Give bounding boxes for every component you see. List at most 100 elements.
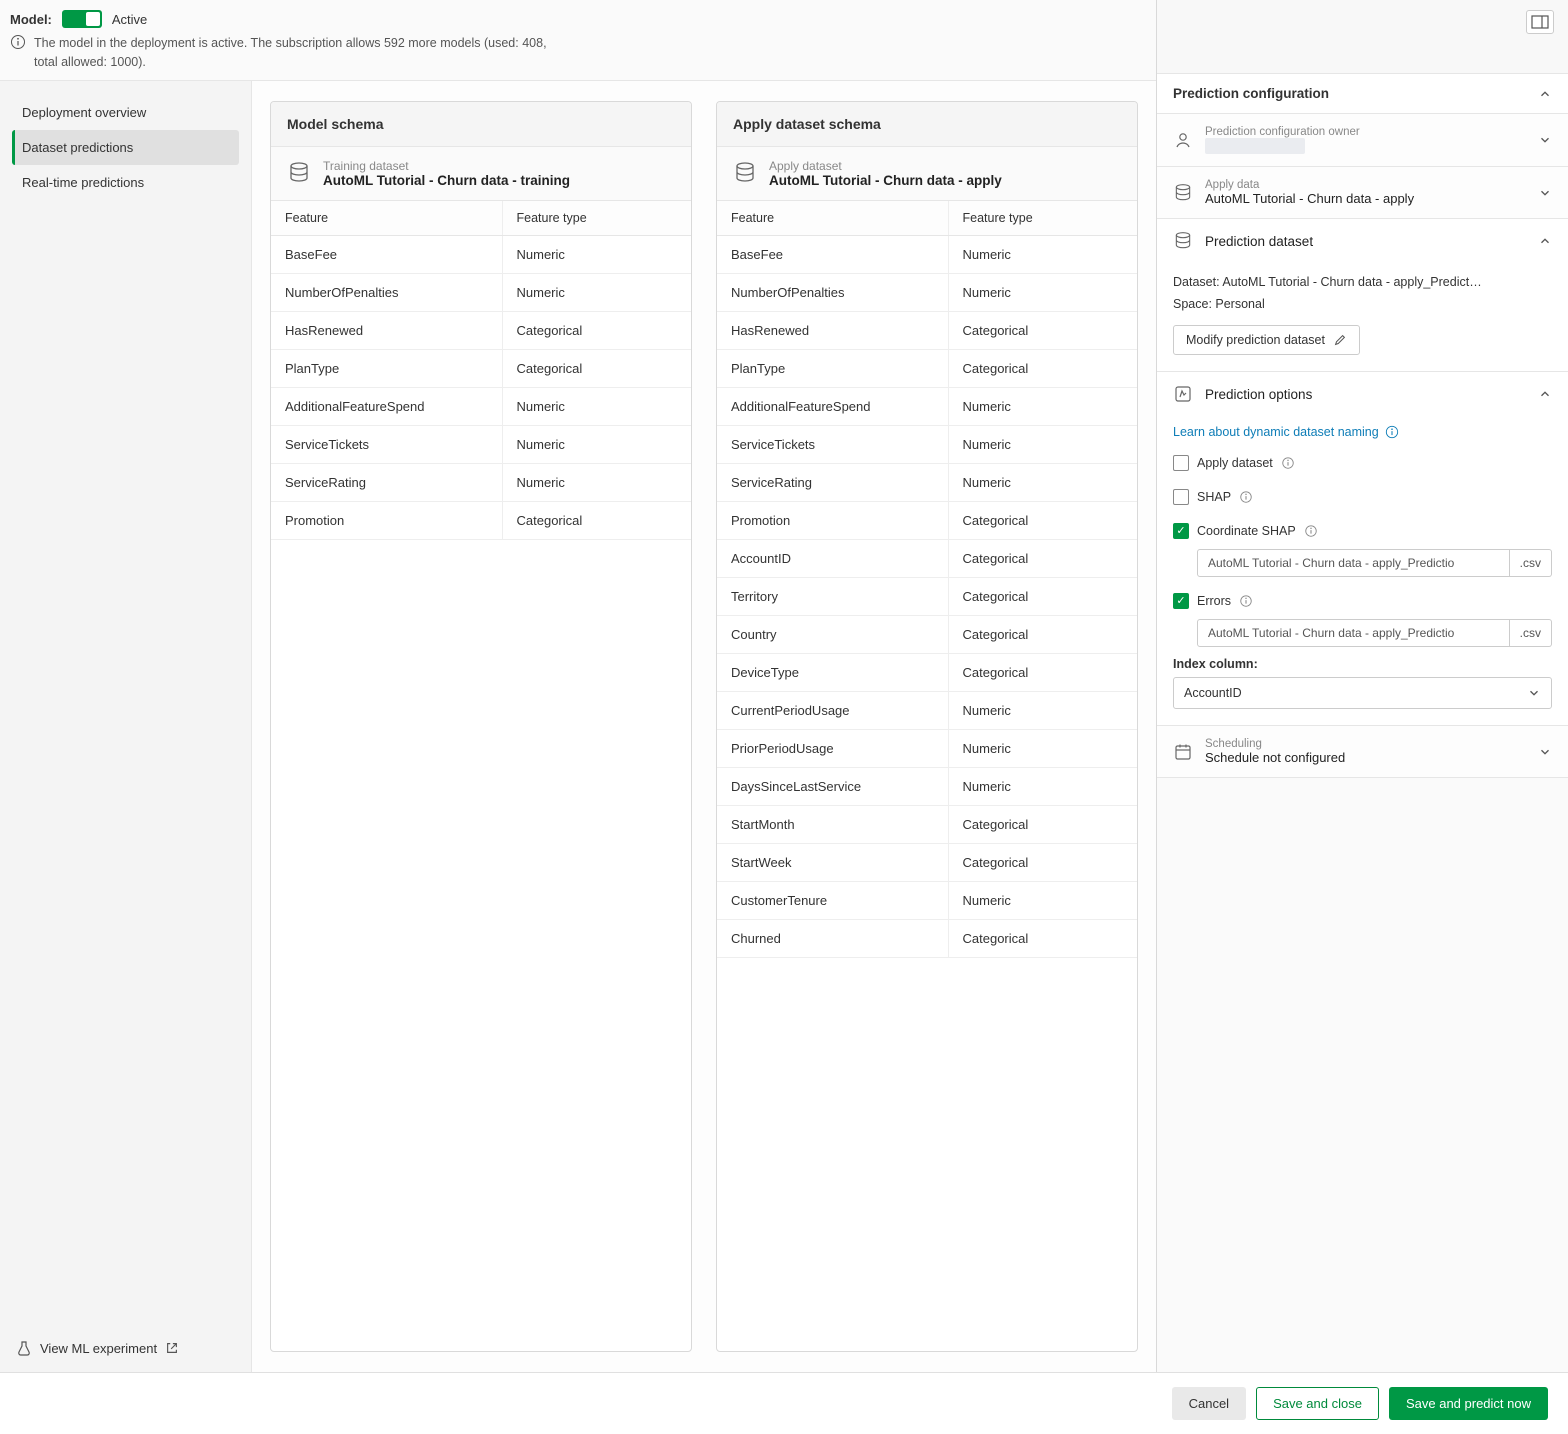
edit-icon [1333,333,1347,347]
active-text: Active [112,12,147,27]
config-panel: Prediction configuration Prediction conf… [1156,0,1568,1372]
table-row: CurrentPeriodUsageNumeric [717,691,1137,729]
apply-dataset-cb-label: Apply dataset [1197,456,1273,470]
panel-layout-icon[interactable] [1526,10,1554,34]
errors-checkbox[interactable] [1173,593,1189,609]
prediction-dataset-accordion[interactable]: Prediction dataset [1157,219,1568,263]
training-dataset-label: Training dataset [323,159,570,173]
table-row: ServiceRatingNumeric [271,463,691,501]
info-icon [1239,594,1253,608]
errors-filename-input[interactable] [1197,619,1510,647]
type-cell: Categorical [502,311,691,349]
info-icon [10,34,26,50]
config-title-row[interactable]: Prediction configuration [1157,74,1568,114]
type-cell: Categorical [502,501,691,539]
col-type: Feature type [948,201,1137,236]
prediction-options-accordion[interactable]: Prediction options [1157,372,1568,416]
nav-realtime-predictions[interactable]: Real-time predictions [12,165,239,200]
nav-deployment-overview[interactable]: Deployment overview [12,95,239,130]
scheduling-value: Schedule not configured [1205,750,1526,765]
owner-accordion[interactable]: Prediction configuration owner [1157,114,1568,166]
type-cell: Categorical [948,577,1137,615]
view-experiment-label: View ML experiment [40,1341,157,1356]
nav-dataset-predictions[interactable]: Dataset predictions [12,130,239,165]
col-feature: Feature [271,201,502,236]
feature-cell: ServiceRating [717,463,948,501]
index-column-label: Index column: [1173,657,1552,671]
coord-shap-checkbox[interactable] [1173,523,1189,539]
type-cell: Numeric [948,273,1137,311]
shap-checkbox[interactable] [1173,489,1189,505]
cancel-button[interactable]: Cancel [1172,1387,1246,1420]
col-feature: Feature [717,201,948,236]
feature-cell: Country [717,615,948,653]
feature-cell: PlanType [271,349,502,387]
model-schema-title: Model schema [271,102,691,147]
apply-data-value: AutoML Tutorial - Churn data - apply [1205,191,1526,206]
apply-dataset-label: Apply dataset [769,159,1002,173]
prediction-options-title: Prediction options [1205,387,1526,402]
external-link-icon [165,1341,179,1355]
modify-dataset-label: Modify prediction dataset [1186,333,1325,347]
feature-cell: Churned [717,919,948,957]
save-predict-button[interactable]: Save and predict now [1389,1387,1548,1420]
owner-value-redacted [1205,138,1305,154]
feature-cell: PriorPeriodUsage [717,729,948,767]
feature-cell: AccountID [717,539,948,577]
table-row: ChurnedCategorical [717,919,1137,957]
view-ml-experiment-link[interactable]: View ML experiment [0,1324,251,1372]
table-row: StartMonthCategorical [717,805,1137,843]
chevron-down-icon [1538,745,1552,759]
modify-dataset-button[interactable]: Modify prediction dataset [1173,325,1360,355]
file-ext-label: .csv [1510,549,1552,577]
type-cell: Numeric [948,767,1137,805]
table-row: PlanTypeCategorical [271,349,691,387]
table-row: PlanTypeCategorical [717,349,1137,387]
feature-cell: Territory [717,577,948,615]
prediction-dataset-title: Prediction dataset [1205,234,1526,249]
info-icon [1385,425,1399,439]
model-feature-table: Feature Feature type BaseFeeNumericNumbe… [271,201,691,540]
coord-shap-filename-input[interactable] [1197,549,1510,577]
file-ext-label: .csv [1510,619,1552,647]
learn-dynamic-naming-link[interactable]: Learn about dynamic dataset naming [1173,425,1399,439]
index-column-value: AccountID [1184,686,1242,700]
config-title: Prediction configuration [1173,86,1329,101]
table-row: ServiceTicketsNumeric [271,425,691,463]
save-close-button[interactable]: Save and close [1256,1387,1379,1420]
type-cell: Categorical [948,615,1137,653]
shap-cb-label: SHAP [1197,490,1231,504]
table-row: BaseFeeNumeric [717,235,1137,273]
chevron-down-icon [1527,686,1541,700]
type-cell: Numeric [502,235,691,273]
apply-data-accordion[interactable]: Apply data AutoML Tutorial - Churn data … [1157,167,1568,218]
feature-cell: PlanType [717,349,948,387]
coord-shap-cb-label: Coordinate SHAP [1197,524,1296,538]
info-icon [1281,456,1295,470]
apply-dataset-checkbox[interactable] [1173,455,1189,471]
feature-cell: Promotion [271,501,502,539]
chevron-up-icon [1538,234,1552,248]
table-row: ServiceRatingNumeric [717,463,1137,501]
index-column-select[interactable]: AccountID [1173,677,1552,709]
table-row: BaseFeeNumeric [271,235,691,273]
table-row: CountryCategorical [717,615,1137,653]
model-active-toggle[interactable] [62,10,102,28]
scheduling-accordion[interactable]: Scheduling Schedule not configured [1157,726,1568,777]
table-row: CustomerTenureNumeric [717,881,1137,919]
table-row: DeviceTypeCategorical [717,653,1137,691]
feature-cell: DeviceType [717,653,948,691]
table-row: TerritoryCategorical [717,577,1137,615]
table-row: ServiceTicketsNumeric [717,425,1137,463]
user-icon [1173,130,1193,150]
sidebar: Deployment overview Dataset predictions … [0,81,252,1373]
calendar-icon [1173,742,1193,762]
type-cell: Numeric [502,425,691,463]
feature-cell: CurrentPeriodUsage [717,691,948,729]
type-cell: Categorical [948,653,1137,691]
apply-feature-table: Feature Feature type BaseFeeNumericNumbe… [717,201,1137,958]
type-cell: Categorical [948,539,1137,577]
header: Model: Active The model in the deploymen… [0,0,1156,81]
type-cell: Numeric [948,881,1137,919]
table-row: StartWeekCategorical [717,843,1137,881]
